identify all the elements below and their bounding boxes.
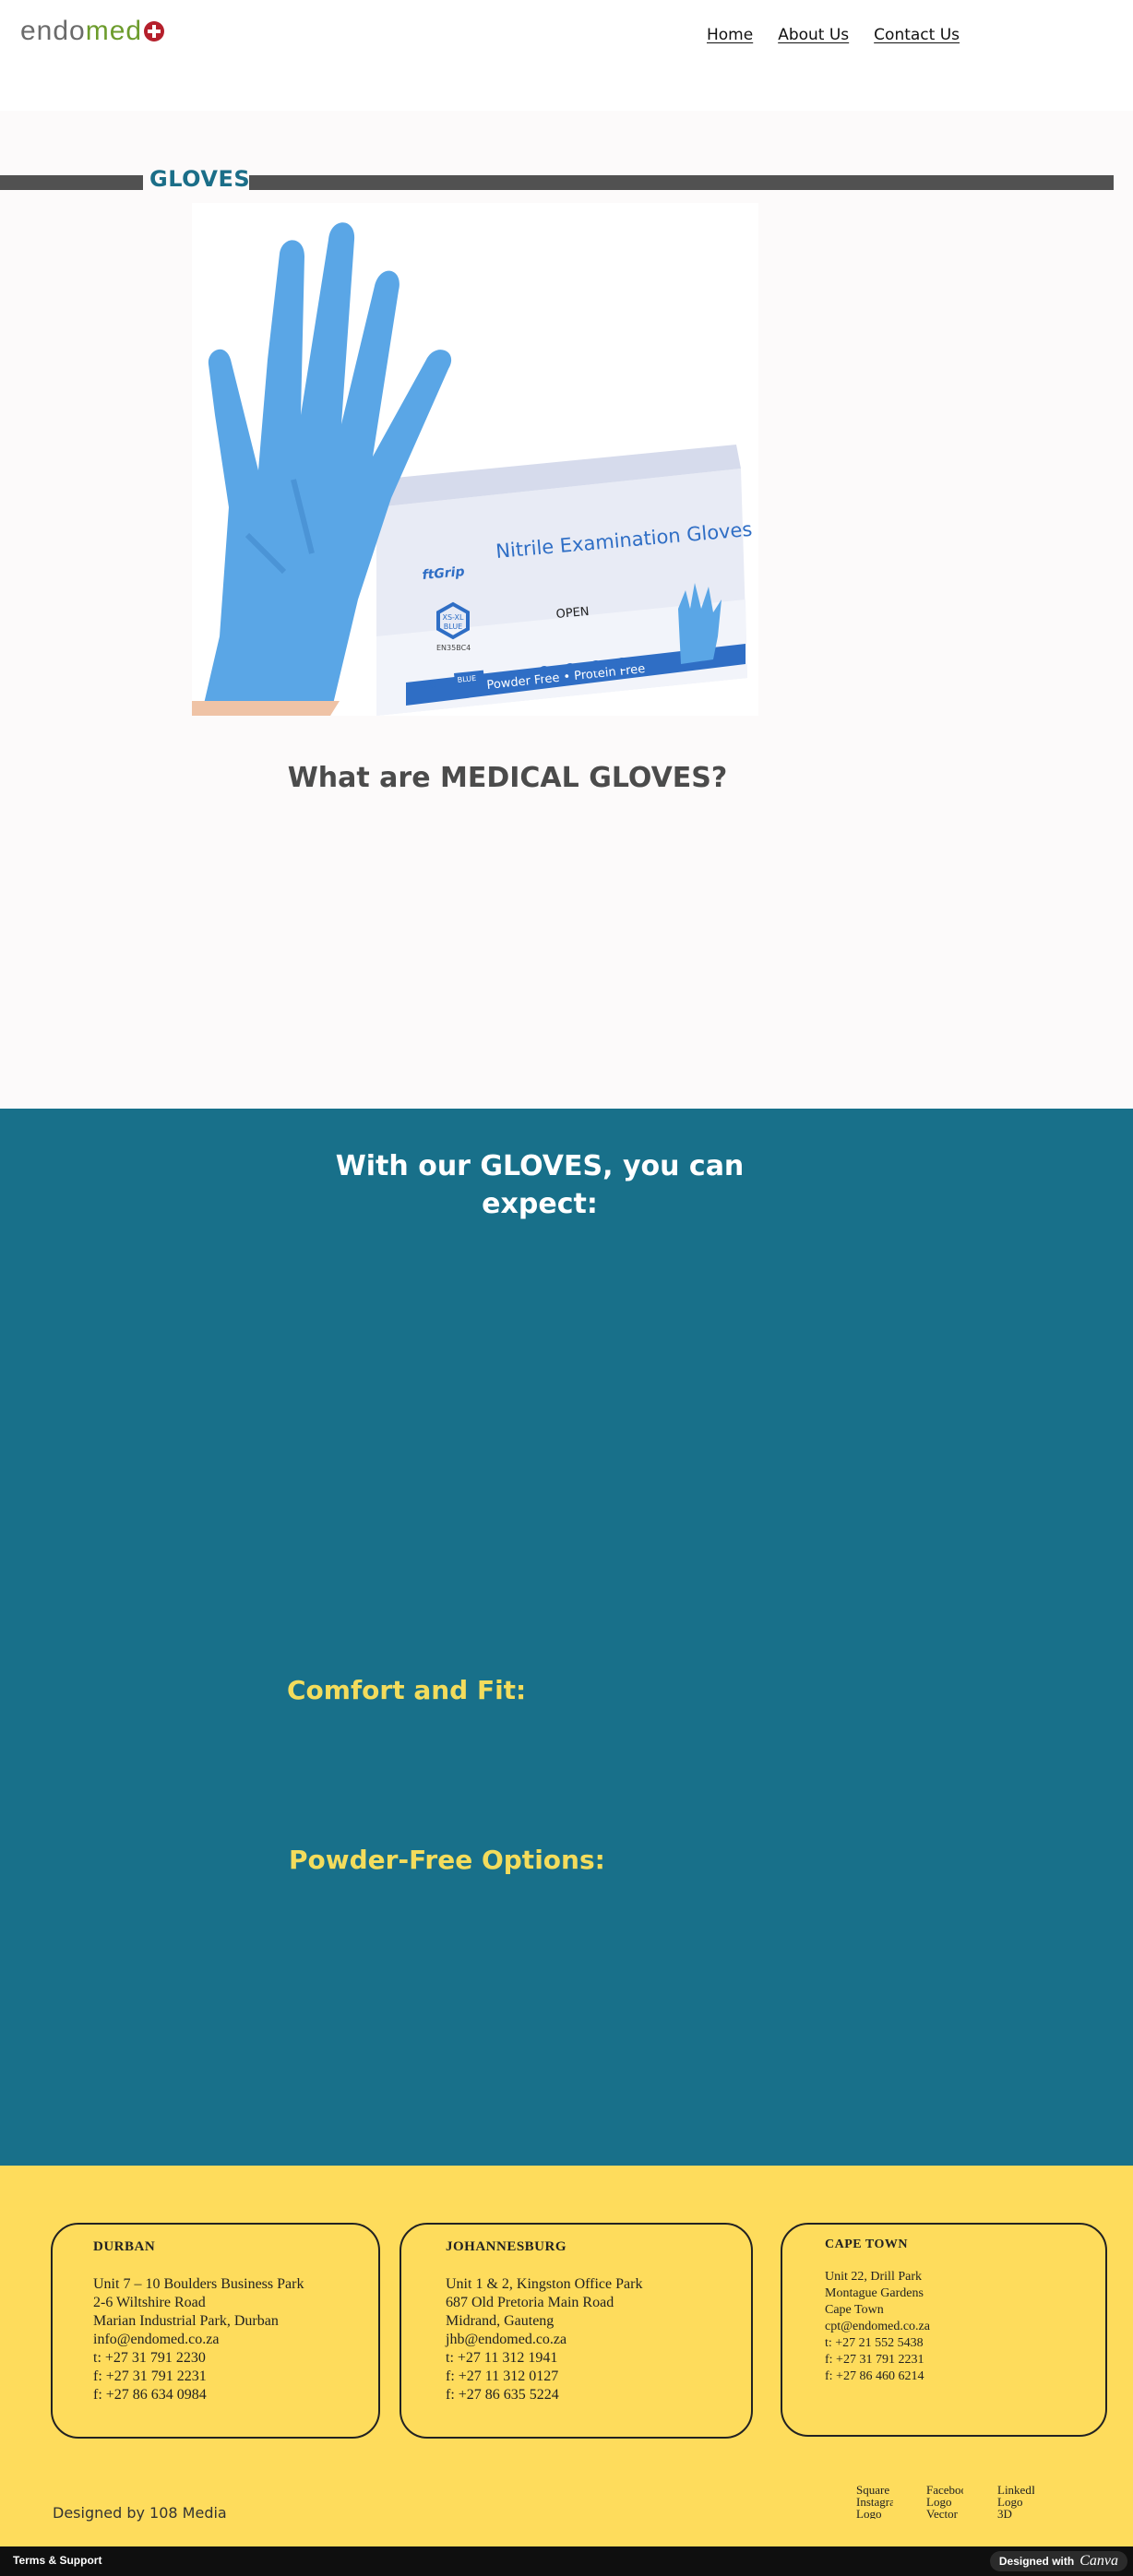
office-fax: f: +27 31 791 2231 <box>825 2353 924 2367</box>
office-email[interactable]: jhb@endomed.co.za <box>446 2331 751 2349</box>
office-fax: f: +27 86 634 0984 <box>93 2387 207 2403</box>
office-address-line: Cape Town <box>825 2303 884 2317</box>
gloves-intro-section: GLOVES Powder Free • Protein Free Nitril… <box>0 111 1133 1109</box>
main-nav: Home About Us Contact Us <box>707 26 960 44</box>
office-fax: f: +27 11 312 0127 <box>446 2368 559 2384</box>
office-card-durban: DURBAN Unit 7 – 10 Boulders Business Par… <box>51 2223 380 2439</box>
box-count-label: 50 <box>423 681 437 692</box>
office-address-line: Unit 1 & 2, Kingston Office Park <box>446 2276 643 2292</box>
title-divider-left <box>0 175 143 190</box>
logo-text-med: med <box>85 16 143 46</box>
logo-text-endo: endo <box>20 16 86 46</box>
office-address-line: Midrand, Gauteng <box>446 2313 555 2329</box>
office-city: CAPE TOWN <box>825 2238 908 2251</box>
designed-with-label: Designed with <box>998 2555 1075 2568</box>
nitrile-gloves-product-image: Powder Free • Protein Free Nitrile Exami… <box>192 203 758 716</box>
office-email[interactable]: info@endomed.co.za <box>93 2331 378 2349</box>
canva-logo: Canva <box>1079 2553 1118 2569</box>
size-badge-bottom: BLUE <box>444 623 462 631</box>
office-address-line: Montague Gardens <box>825 2286 924 2300</box>
feature-comfort-fit: Comfort and Fit: <box>287 1675 527 1705</box>
page-title: GLOVES <box>149 166 251 192</box>
office-card-cape-town: CAPE TOWN Unit 22, Drill Park Montague G… <box>781 2223 1107 2437</box>
office-fax: f: +27 31 791 2231 <box>93 2368 207 2384</box>
nav-home-link[interactable]: Home <box>707 26 753 44</box>
features-heading: With our GLOVES, you can expect: <box>335 1150 745 1220</box>
site-footer: DURBAN Unit 7 – 10 Boulders Business Par… <box>0 2166 1133 2546</box>
glove-box: Powder Free • Protein Free Nitrile Exami… <box>376 445 753 716</box>
linkedin-icon[interactable]: LinkedIn Logo 3D Cross <box>997 2484 1034 2519</box>
office-address-line: Unit 22, Drill Park <box>825 2270 922 2284</box>
feature-powder-free: Powder-Free Options: <box>289 1845 605 1875</box>
gloves-features-section: With our GLOVES, you can expect: Comfort… <box>0 1109 1133 2166</box>
office-fax: f: +27 86 635 5224 <box>446 2387 559 2403</box>
medical-cross-icon <box>144 21 165 42</box>
office-city: JOHANNESBURG <box>446 2239 567 2254</box>
office-fax: f: +27 86 460 6214 <box>825 2369 924 2383</box>
nav-contact-link[interactable]: Contact Us <box>874 26 960 44</box>
office-phone: t: +27 31 791 2230 <box>93 2350 206 2366</box>
office-city: DURBAN <box>93 2239 156 2254</box>
office-address-line: Marian Industrial Park, Durban <box>93 2313 279 2329</box>
office-address-line: 2-6 Wiltshire Road <box>93 2295 206 2310</box>
designed-by-credit: Designed by 108 Media <box>53 2504 227 2522</box>
office-phone: t: +27 11 312 1941 <box>446 2350 558 2366</box>
facebook-icon[interactable]: Facebook Logo Vector <box>926 2484 963 2519</box>
designed-with-canva-badge[interactable]: Designed with Canva <box>989 2551 1127 2571</box>
office-card-johannesburg: JOHANNESBURG Unit 1 & 2, Kingston Office… <box>400 2223 753 2439</box>
canva-bar: Terms & Support Designed with Canva <box>0 2546 1133 2576</box>
site-header: endo med Home About Us Contact Us <box>0 0 1133 111</box>
what-are-gloves-heading: What are MEDICAL GLOVES? <box>287 762 728 794</box>
box-open-label: OPEN <box>555 605 590 622</box>
endomed-logo[interactable]: endo med <box>20 13 165 50</box>
size-badge-top: XS-XL <box>443 613 465 622</box>
box-code-text: EN35BC4 <box>436 644 471 652</box>
instagram-icon[interactable]: Square Instagram Logo <box>856 2484 893 2519</box>
office-phone: t: +27 21 552 5438 <box>825 2336 924 2350</box>
office-address-line: Unit 7 – 10 Boulders Business Park <box>93 2276 304 2292</box>
office-address-line: 687 Old Pretoria Main Road <box>446 2295 614 2310</box>
office-email[interactable]: cpt@endomed.co.za <box>825 2319 1105 2335</box>
nav-about-link[interactable]: About Us <box>778 26 849 44</box>
terms-support-link[interactable]: Terms & Support <box>13 2554 101 2567</box>
title-divider-right <box>249 175 1114 190</box>
